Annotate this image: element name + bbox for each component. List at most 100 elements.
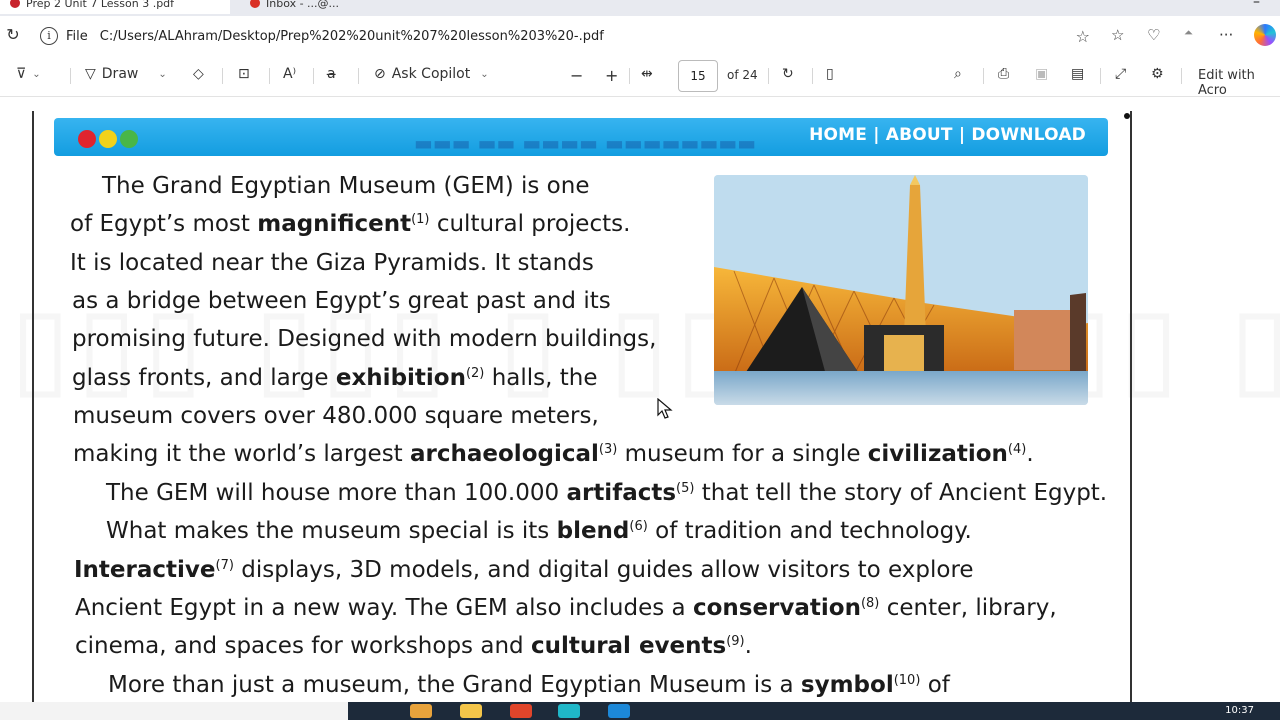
save-as-button[interactable]: ▤ [1071, 66, 1084, 82]
taskbar-clock: 10:37 [1225, 705, 1254, 716]
text-run: cultural projects. [429, 211, 631, 237]
folder-icon[interactable] [460, 704, 482, 718]
vocabulary-word: symbol [800, 672, 894, 698]
edit-with-acrobat-button[interactable]: Edit with Acro [1198, 68, 1280, 98]
plus-icon: + [605, 66, 619, 85]
vocabulary-word: magnificent [257, 211, 412, 237]
zoom-in-button[interactable]: + [605, 66, 618, 85]
paragraph-line: The GEM will house more than 100.000 art… [106, 474, 1107, 512]
minimize-icon[interactable]: – [1253, 0, 1260, 10]
search-button[interactable]: ⌕ [954, 66, 962, 82]
favorites-icon[interactable]: ☆ [1111, 26, 1124, 44]
print-button[interactable]: ⎙ [998, 66, 1009, 82]
paragraph-line: making it the world’s largest archaeolog… [73, 435, 1034, 473]
tab-strip: Prep 2 Unit 7 Lesson 3 .pdf Inbox - ...@… [0, 0, 1280, 16]
draw-button[interactable]: ▽ Draw ⌄ [85, 66, 167, 82]
copilot-icon[interactable] [1254, 24, 1276, 46]
tab-pdf-label: Prep 2 Unit 7 Lesson 3 .pdf [26, 0, 175, 10]
highlight-button[interactable]: ⊽ ⌄ [16, 66, 41, 82]
text-run: halls, the [484, 365, 598, 391]
page-total: of 24 [727, 68, 758, 82]
footnote-marker: (10) [893, 673, 921, 688]
rotate-icon: ↻ [782, 66, 794, 82]
footnote-marker: (6) [629, 519, 648, 534]
text-run: of Egypt’s most [70, 211, 258, 237]
vocabulary-word: Interactive [74, 557, 216, 583]
paragraph-line: It is located near the Giza Pyramids. It… [70, 244, 594, 282]
url-text[interactable]: C:/Users/ALAhram/Desktop/Prep%202%20unit… [100, 29, 604, 44]
info-icon[interactable]: i [40, 27, 58, 45]
url-box[interactable]: i File C:/Users/ALAhram/Desktop/Prep%202… [34, 22, 1098, 50]
highlighter-icon: ⊽ [16, 66, 27, 82]
text-box-icon: ⊡ [238, 66, 250, 82]
url-scheme: File [66, 28, 88, 44]
chevron-down-icon: ⌄ [480, 68, 489, 80]
pdf-viewport[interactable]: ▯▯▯ ▯▯▯ ▯ ▯▯▯▯ ▯▯▯▯ ▯ ▬▬▬ ▬▬ ▬▬▬▬ ▬▬▬▬▬▬… [0, 97, 1280, 702]
draw-icon: ▽ [85, 66, 96, 82]
page-number-input[interactable]: 15 [678, 60, 718, 92]
text-run: Ancient Egypt in a new way. The GEM also… [75, 595, 693, 621]
footnote-marker: (1) [411, 212, 430, 227]
vocabulary-word: archaeological [410, 441, 599, 467]
more-menu-icon[interactable]: ··· [1219, 26, 1233, 44]
divider [222, 68, 223, 84]
settings-button[interactable]: ⚙ [1151, 66, 1164, 82]
fullscreen-button[interactable]: ⤢ [1115, 66, 1126, 82]
app-icon[interactable] [608, 704, 630, 718]
page-view-button[interactable]: ▯ [826, 66, 834, 82]
divider [358, 68, 359, 84]
vocabulary-word: blend [556, 518, 630, 544]
app-icon[interactable] [510, 704, 532, 718]
footnote-marker: (9) [726, 634, 745, 649]
text-run: What makes the museum special is its [106, 518, 557, 544]
text-run: of [920, 672, 950, 698]
vocabulary-word: exhibition [335, 365, 466, 391]
favorite-star-icon[interactable]: ☆ [1076, 27, 1090, 46]
text-run: museum covers over 480.000 square meters… [73, 403, 599, 429]
divider [768, 68, 769, 84]
text-run: More than just a museum, the Grand Egypt… [108, 672, 801, 698]
footnote-marker: (2) [465, 366, 485, 381]
save-as-icon: ▤ [1071, 66, 1085, 82]
text-box-button[interactable]: ⊡ [238, 66, 250, 82]
banner-nav: HOME | ABOUT | DOWNLOAD [809, 125, 1086, 145]
ask-copilot-button[interactable]: ⊘ Ask Copilot ⌄ [374, 66, 489, 82]
draw-label: Draw [101, 66, 139, 82]
text-run: promising future. Designed with modern b… [72, 326, 657, 352]
reload-icon[interactable]: ↻ [4, 26, 22, 44]
divider [812, 68, 813, 84]
read-aloud-button[interactable]: A⁾ [283, 66, 296, 82]
read-aloud-icon: A⁾ [283, 66, 297, 82]
vocabulary-word: artifacts [566, 480, 677, 506]
mail-icon [250, 0, 260, 8]
paragraph-line: The Grand Egyptian Museum (GEM) is one [102, 167, 589, 205]
pdf-toolbar: ⊽ ⌄ ▽ Draw ⌄ ◇ ⊡ A⁾ a̶ ⊘ Ask Copilot ⌄ −… [0, 56, 1280, 98]
eraser-button[interactable]: ◇ [193, 66, 204, 82]
vocabulary-word: cultural events [530, 633, 727, 659]
taskbar-search[interactable] [0, 702, 348, 720]
search-icon: ⌕ [954, 66, 962, 82]
fit-width-button[interactable]: ⇹ [641, 66, 653, 82]
footnote-marker: (8) [860, 596, 880, 611]
banner-bleed-text: ▬▬▬ ▬▬ ▬▬▬▬ ▬▬▬▬▬▬▬▬ [414, 131, 757, 155]
paragraph-line: Interactive(7) displays, 3D models, and … [74, 551, 974, 589]
translate-button[interactable]: a̶ [327, 66, 336, 82]
page-corner-dot [1124, 113, 1130, 119]
tab-mail[interactable]: Inbox - ...@... [240, 0, 490, 14]
website-banner: ▬▬▬ ▬▬ ▬▬▬▬ ▬▬▬▬▬▬▬▬ HOME | ABOUT | DOWN… [54, 118, 1108, 156]
browser-essentials-icon[interactable]: ♡ [1147, 26, 1160, 44]
tab-pdf[interactable]: Prep 2 Unit 7 Lesson 3 .pdf [0, 0, 230, 14]
vocabulary-word: conservation [692, 595, 861, 621]
text-run: center, library, [879, 595, 1057, 621]
text-run: . [1026, 441, 1034, 467]
edge-icon[interactable] [558, 704, 580, 718]
paragraph-line: Ancient Egypt in a new way. The GEM also… [75, 589, 1057, 627]
rotate-button[interactable]: ↻ [782, 66, 794, 82]
file-explorer-icon[interactable] [410, 704, 432, 718]
text-run: of tradition and technology. [647, 518, 972, 544]
zoom-out-button[interactable]: − [570, 66, 583, 85]
extension-icon[interactable]: ⏶ [1184, 26, 1193, 40]
footnote-marker: (5) [676, 481, 695, 496]
save-button[interactable]: ▣ [1035, 66, 1048, 82]
text-run: glass fronts, and large [72, 365, 336, 391]
